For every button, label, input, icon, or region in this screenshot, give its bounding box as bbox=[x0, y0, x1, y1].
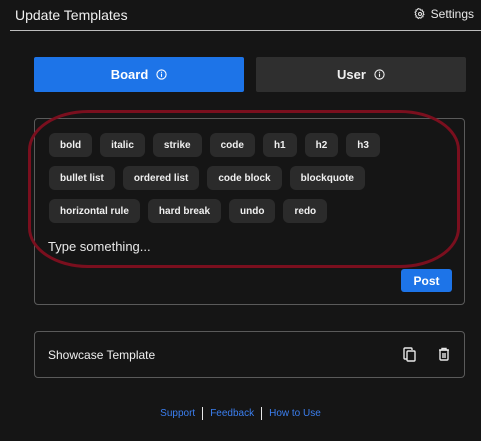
strike-button[interactable]: strike bbox=[152, 133, 202, 157]
template-editor: bold italic strike code h1 h2 h3 bullet … bbox=[34, 118, 465, 305]
ordered-list-button[interactable]: ordered list bbox=[122, 166, 200, 190]
redo-button[interactable]: redo bbox=[283, 199, 328, 223]
horizontal-rule-button[interactable]: horizontal rule bbox=[49, 199, 140, 223]
blockquote-button[interactable]: blockquote bbox=[289, 166, 365, 190]
bullet-list-button[interactable]: bullet list bbox=[49, 166, 115, 190]
showcase-template-row: Showcase Template bbox=[34, 331, 465, 378]
toolbar-row: bullet list ordered list code block bloc… bbox=[49, 166, 365, 190]
settings-button[interactable]: Settings bbox=[413, 7, 474, 21]
info-icon[interactable] bbox=[374, 69, 385, 80]
h1-button[interactable]: h1 bbox=[262, 133, 297, 157]
undo-button[interactable]: undo bbox=[229, 199, 276, 223]
toolbar-row: horizontal rule hard break undo redo bbox=[49, 199, 328, 223]
header-divider bbox=[10, 30, 481, 31]
info-icon[interactable] bbox=[156, 69, 167, 80]
header: Update Templates Settings bbox=[0, 0, 481, 31]
footer-separator bbox=[261, 407, 263, 420]
h3-button[interactable]: h3 bbox=[346, 133, 380, 157]
feedback-link[interactable]: Feedback bbox=[210, 408, 254, 419]
editor-input[interactable]: Type something... bbox=[48, 239, 151, 254]
code-block-button[interactable]: code block bbox=[207, 166, 282, 190]
showcase-template-label: Showcase Template bbox=[48, 348, 156, 362]
bold-button[interactable]: bold bbox=[49, 133, 93, 157]
support-link[interactable]: Support bbox=[160, 408, 195, 419]
tab-board-label: Board bbox=[110, 67, 149, 82]
footer-links: Support Feedback How to Use bbox=[0, 407, 481, 420]
copy-icon[interactable] bbox=[403, 347, 416, 362]
trash-icon[interactable] bbox=[438, 347, 450, 361]
tab-user-label: User bbox=[337, 67, 366, 82]
hard-break-button[interactable]: hard break bbox=[147, 199, 222, 223]
page-title: Update Templates bbox=[15, 7, 128, 23]
tab-board[interactable]: Board bbox=[34, 57, 244, 92]
h2-button[interactable]: h2 bbox=[304, 133, 339, 157]
gear-icon bbox=[413, 8, 425, 20]
italic-button[interactable]: italic bbox=[100, 133, 145, 157]
footer-separator bbox=[202, 407, 204, 420]
toolbar-row: bold italic strike code h1 h2 h3 bbox=[49, 133, 380, 157]
tab-user[interactable]: User bbox=[256, 57, 466, 92]
settings-label: Settings bbox=[430, 7, 474, 21]
code-button[interactable]: code bbox=[209, 133, 255, 157]
post-button[interactable]: Post bbox=[401, 269, 452, 292]
how-to-use-link[interactable]: How to Use bbox=[269, 408, 321, 419]
